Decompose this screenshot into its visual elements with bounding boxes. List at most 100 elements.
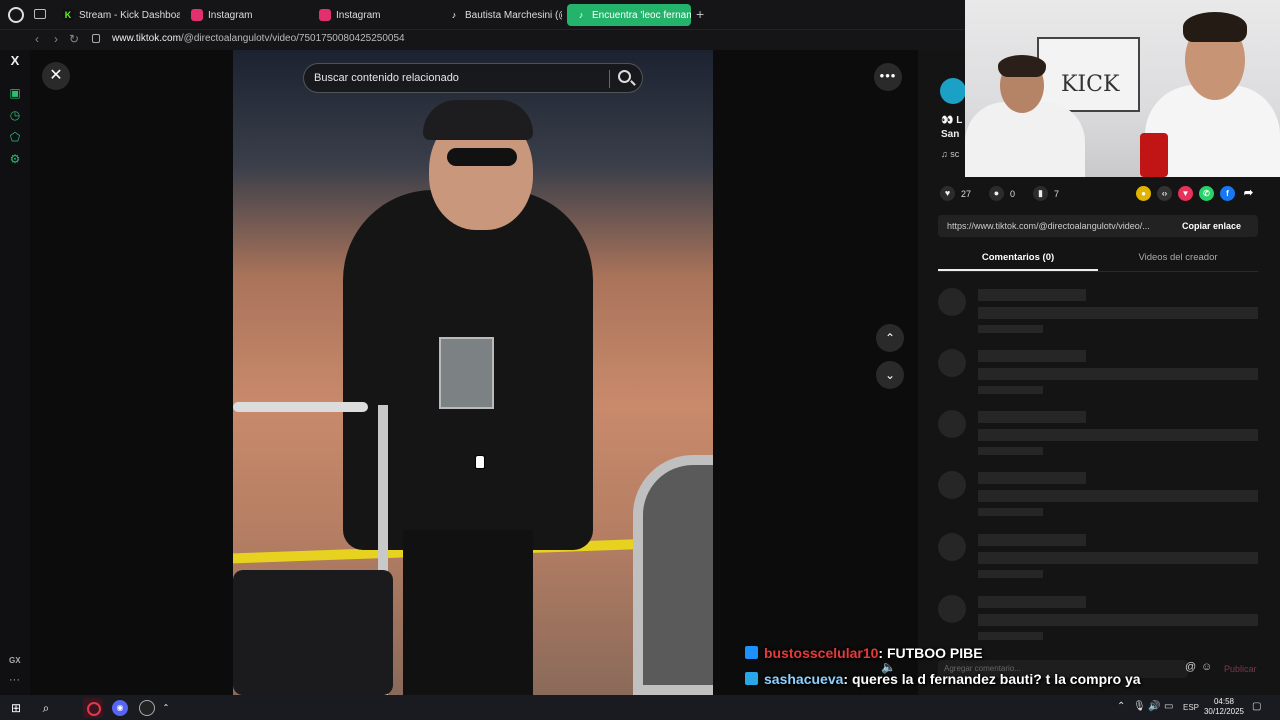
- back-arrow-icon[interactable]: ‹: [35, 32, 39, 46]
- video-trolley-handle: [233, 402, 368, 412]
- video-person-sunglasses: [447, 148, 517, 166]
- clock-time: 04:58: [1213, 697, 1235, 706]
- lock-icon: [92, 34, 100, 43]
- webcam-overlay: KICK: [965, 0, 1280, 177]
- comment-skeleton: [938, 471, 1258, 521]
- music-label[interactable]: ♫ sc: [941, 149, 959, 159]
- whatsapp-icon[interactable]: ✆: [1199, 186, 1214, 201]
- streamer-left-hair: [998, 55, 1046, 77]
- tab-label: Bautista Marchesini (@ba: [465, 9, 562, 21]
- share-buttons: ● ‹› ▼ ✆ f ➦: [1136, 186, 1256, 201]
- share-arrow-icon[interactable]: ➦: [1241, 186, 1256, 201]
- tab-instagram-2[interactable]: Instagram: [311, 4, 435, 26]
- tab-islands-icon[interactable]: [34, 9, 46, 19]
- url-path: /@directoalangulotv/video/75017500804252…: [180, 33, 405, 44]
- gx-corner-label[interactable]: GX: [9, 656, 21, 665]
- next-video-button[interactable]: ⌄: [876, 361, 904, 389]
- close-video-button[interactable]: ✕: [42, 62, 70, 90]
- language-indicator[interactable]: ESP: [1183, 703, 1199, 712]
- heart-icon[interactable]: ♥: [940, 186, 955, 201]
- comments-count: 0: [1010, 188, 1016, 199]
- browser-sidebar: X ▣ ◷ ⬠ ⚙ GX ···: [0, 50, 30, 695]
- chat-badge-icon: [745, 646, 758, 659]
- related-search-input[interactable]: Buscar contenido relacionado: [303, 63, 643, 93]
- comment-skeleton: [938, 349, 1258, 399]
- speaker-icon[interactable]: 🔊: [1148, 701, 1160, 712]
- tiktok-video-page: ✕ Buscar contenido relacionado ••• ⌃ ⌄: [30, 50, 965, 695]
- tab-tiktok-bautista[interactable]: ♪ Bautista Marchesini (@ba: [440, 4, 562, 26]
- tab-label: Encuentra 'leoc fernan: [592, 9, 691, 21]
- saves-count: 7: [1054, 188, 1060, 199]
- tiktok-icon: ♪: [451, 10, 457, 20]
- share-link-box: https://www.tiktok.com/@directoalangulot…: [938, 215, 1258, 237]
- forward-arrow-icon[interactable]: ›: [54, 32, 58, 46]
- facebook-icon[interactable]: f: [1220, 186, 1235, 201]
- tab-creator-videos[interactable]: Videos del creador: [1098, 252, 1258, 263]
- mention-at-icon[interactable]: @: [1185, 661, 1196, 673]
- tab-comments[interactable]: Comentarios (0): [938, 252, 1098, 263]
- streamer-right-hair: [1183, 12, 1247, 42]
- video-person-legs: [403, 530, 533, 695]
- discord-icon[interactable]: ◉: [112, 700, 128, 716]
- search-placeholder: Buscar contenido relacionado: [314, 72, 459, 84]
- settings-gear-icon[interactable]: ⚙: [8, 152, 22, 166]
- more-options-icon[interactable]: ···: [9, 674, 20, 686]
- new-tab-button[interactable]: +: [696, 6, 704, 22]
- x-twitter-icon[interactable]: X: [8, 54, 22, 68]
- history-clock-icon[interactable]: ◷: [8, 108, 22, 122]
- coin-gift-icon[interactable]: ●: [1136, 186, 1151, 201]
- tab-instagram-1[interactable]: Instagram: [183, 4, 307, 26]
- video-lanyard-badge: [439, 337, 494, 409]
- chat-message: sashacueva: queres la d fernandez bauti?…: [745, 671, 1141, 687]
- network-icon[interactable]: ▭: [1164, 701, 1173, 712]
- chat-badge-icon: [745, 672, 758, 685]
- notifications-icon[interactable]: ▢: [1252, 701, 1261, 712]
- emoji-icon[interactable]: ☺: [1201, 661, 1212, 673]
- search-icon[interactable]: ⌕: [38, 700, 54, 716]
- comment-icon[interactable]: ●: [989, 186, 1005, 201]
- microphone-icon[interactable]: 🎙: [1133, 701, 1146, 712]
- previous-video-button[interactable]: ⌃: [876, 324, 904, 352]
- publish-button[interactable]: Publicar: [1224, 664, 1257, 674]
- opera-gx-taskbar-icon[interactable]: [83, 698, 103, 718]
- extensions-puzzle-icon[interactable]: ⬠: [8, 130, 22, 144]
- whiteboard-text: KICK: [1061, 72, 1120, 97]
- share-link-text[interactable]: https://www.tiktok.com/@directoalangulot…: [947, 221, 1175, 231]
- likes-count: 27: [961, 188, 972, 199]
- instagram-icon: [191, 9, 203, 21]
- caption-line-1: 👀 L: [941, 115, 963, 126]
- clock-date: 30/12/2025: [1203, 707, 1245, 716]
- more-options-button[interactable]: •••: [874, 63, 902, 91]
- search-divider: [609, 70, 610, 88]
- volume-icon[interactable]: 🔈: [881, 660, 896, 674]
- obs-icon[interactable]: [139, 700, 155, 716]
- chat-username: sashacueva: [764, 671, 844, 687]
- creator-avatar[interactable]: [940, 78, 966, 104]
- send-icon[interactable]: ▼: [1178, 186, 1193, 201]
- embed-code-icon[interactable]: ‹›: [1157, 186, 1172, 201]
- video-person-cap: [423, 100, 533, 140]
- opera-gx-logo-icon[interactable]: [8, 7, 24, 23]
- search-icon[interactable]: [618, 70, 631, 83]
- copy-link-button[interactable]: Copiar enlace: [1182, 221, 1241, 231]
- tab-tiktok-search-active[interactable]: ♪ Encuentra 'leoc fernan: [567, 4, 691, 26]
- reload-icon[interactable]: ↻: [69, 32, 79, 46]
- clock[interactable]: 04:58 30/12/2025: [1200, 697, 1248, 717]
- video-escalator: [633, 455, 713, 695]
- comment-skeleton: [938, 288, 1258, 338]
- red-cup: [1140, 133, 1168, 177]
- tab-kick-dashboard[interactable]: K Stream - Kick Dashboard: [54, 4, 180, 26]
- extension-icon[interactable]: ▣: [8, 86, 22, 100]
- bookmark-icon[interactable]: ▮: [1033, 186, 1049, 201]
- comments-tabs: Comentarios (0) Videos del creador: [938, 248, 1258, 272]
- windows-start-icon[interactable]: ⊞: [8, 700, 24, 716]
- url-field[interactable]: www.tiktok.com/@directoalangulotv/video/…: [112, 33, 405, 44]
- tab-label: Instagram: [336, 9, 381, 21]
- taskbar-overflow-icon[interactable]: ⌃: [161, 700, 171, 716]
- streamer-left-body: [965, 102, 1085, 177]
- tray-chevron-icon[interactable]: ⌃: [1117, 701, 1125, 712]
- video-player[interactable]: Buscar contenido relacionado: [233, 50, 713, 695]
- tiktok-icon: ♪: [578, 10, 584, 20]
- whiteboard-sign: KICK: [1037, 37, 1140, 112]
- screen: K Stream - Kick Dashboard Instagram Inst…: [0, 0, 1280, 720]
